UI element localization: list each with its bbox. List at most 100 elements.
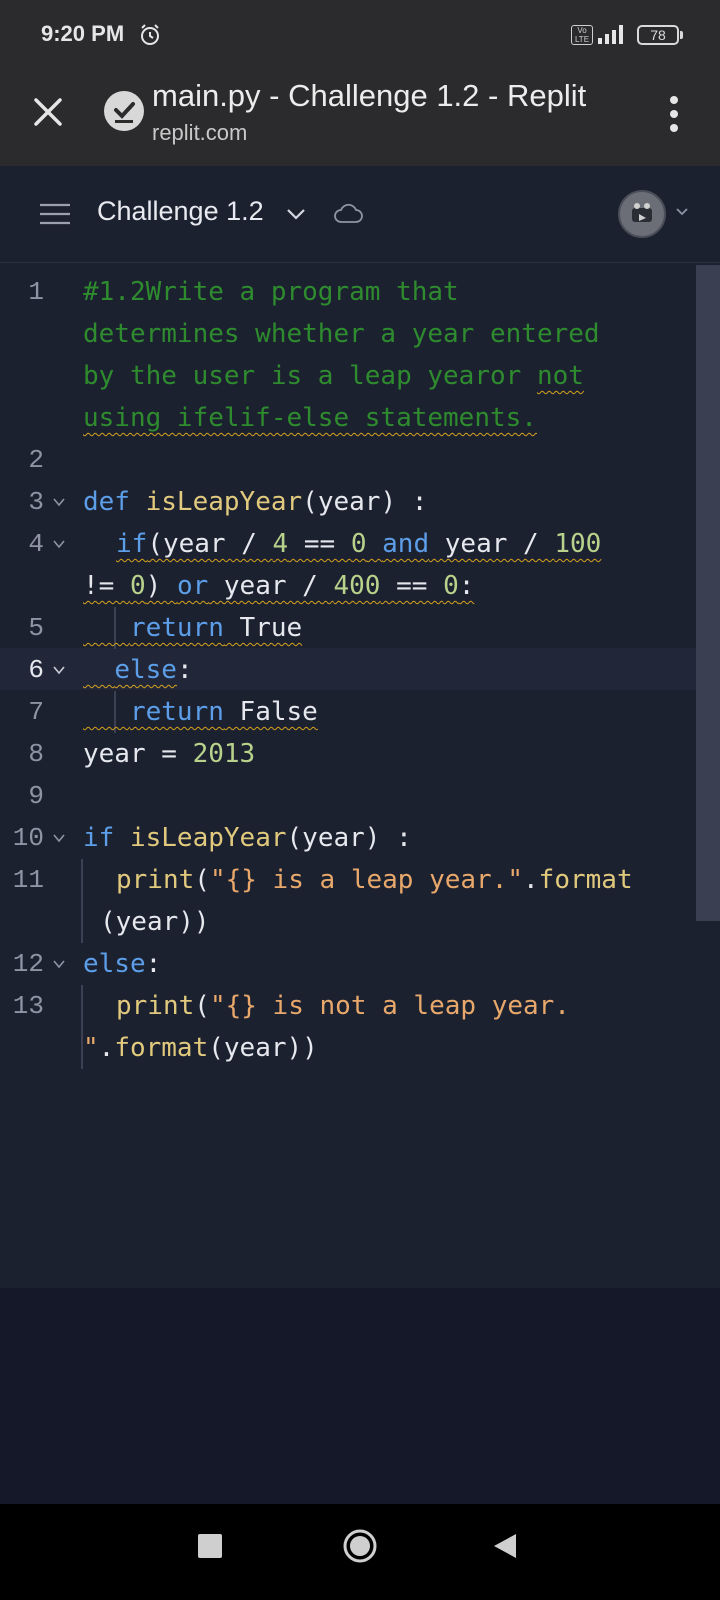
number: 2013 [192, 739, 256, 769]
code-line: else: [83, 649, 192, 691]
home-icon[interactable] [342, 1528, 378, 1564]
line-number: 12 [12, 949, 44, 979]
line-number: 3 [28, 487, 44, 517]
cloud-icon [334, 203, 363, 223]
code-line: return True [83, 607, 302, 649]
number: 0 [443, 571, 459, 601]
line-number: 6 [28, 655, 44, 685]
comment-text: #1.2Write a program that [83, 277, 459, 307]
account-chevron-icon[interactable] [674, 204, 690, 220]
code-line: year = 2013 [83, 733, 255, 775]
line-number: 13 [12, 991, 44, 1021]
code-text: == [288, 529, 351, 559]
function-name: print [116, 991, 195, 1021]
string: "{} is a leap year." [209, 865, 524, 895]
scrollbar-thumb[interactable] [696, 265, 720, 921]
code-line: print("{} is not a leap year. [116, 985, 570, 1027]
fold-chevron-icon[interactable] [52, 663, 66, 677]
number: 0 [129, 571, 146, 601]
code-text: False [223, 697, 318, 727]
site-download-icon[interactable] [104, 91, 144, 131]
code-line: by the user is a leap yearor not [83, 355, 584, 397]
volte-icon: Vo LTE [571, 25, 593, 45]
keyword: else [114, 655, 177, 685]
page-title: main.py - Challenge 1.2 - Replit [152, 78, 587, 113]
robot-avatar-icon [632, 203, 652, 222]
code-text: . [523, 865, 539, 895]
code-text: (year)) [100, 907, 210, 937]
code-line: determines whether a year entered [83, 313, 600, 355]
code-line: def isLeapYear(year) : [83, 481, 427, 523]
number: 0 [350, 529, 367, 559]
function-name: isLeapYear [129, 823, 287, 853]
keyword: if [83, 823, 115, 853]
close-icon[interactable] [30, 94, 66, 130]
string: "{} is not a leap year. [209, 991, 570, 1021]
code-line: print("{} is a leap year.".format [116, 859, 633, 901]
fold-chevron-icon[interactable] [52, 495, 66, 509]
fold-chevron-icon[interactable] [52, 537, 66, 551]
comment-text: determines whether a year entered [83, 319, 600, 349]
recent-apps-icon[interactable] [198, 1534, 222, 1558]
line-number: 9 [28, 781, 44, 811]
code-text: True [223, 613, 303, 643]
code-line: else: [83, 943, 161, 985]
status-time: 9:20 PM [41, 21, 125, 46]
line-number: 8 [28, 739, 44, 769]
keyword: else [83, 949, 146, 979]
repl-name[interactable]: Challenge 1.2 [97, 196, 264, 227]
code-text: (year) : [286, 823, 412, 853]
page-url: replit.com [152, 120, 248, 145]
number: 4 [272, 529, 289, 559]
code-line: != 0) or year / 400 == 0: [83, 565, 474, 607]
code-line: return False [83, 691, 318, 733]
fold-chevron-icon[interactable] [52, 831, 66, 845]
comment-text: not [536, 361, 584, 391]
line-number: 10 [12, 823, 44, 853]
string: " [83, 1033, 99, 1063]
code-text: (year) : [302, 487, 428, 517]
code-text: year = [83, 739, 193, 769]
code-text: : [145, 949, 162, 979]
fold-chevron-icon[interactable] [52, 957, 66, 971]
line-number: 7 [28, 697, 44, 727]
browser-toolbar: main.py - Challenge 1.2 - Replit replit.… [0, 68, 720, 166]
chevron-down-icon[interactable] [284, 202, 308, 226]
number: 400 [333, 571, 381, 601]
function-name: print [116, 865, 195, 895]
function-name: format [538, 865, 633, 895]
line-number: 4 [28, 529, 44, 559]
avatar[interactable] [618, 190, 666, 238]
keyword: and [382, 529, 430, 559]
alarm-icon [141, 24, 159, 45]
code-text: ( [194, 991, 210, 1021]
keyword: if [116, 529, 148, 559]
line-number: 11 [12, 865, 44, 895]
more-options-icon[interactable] [660, 94, 688, 134]
code-text: . [98, 1033, 115, 1063]
code-line: if isLeapYear(year) : [83, 817, 412, 859]
line-number: 5 [28, 613, 44, 643]
keyword: return [129, 697, 224, 727]
signal-icon [598, 25, 623, 44]
console-area [0, 1288, 720, 1504]
code-text: != [83, 571, 130, 601]
function-name: format [114, 1033, 209, 1063]
code-editor[interactable]: 1 2 3 4 5 6 7 8 9 10 11 12 13 #1.2Write … [0, 263, 720, 1288]
menu-icon[interactable] [40, 202, 70, 226]
status-bar: 9:20 PM Vo LTE 78 [0, 0, 720, 68]
checkmark-icon [114, 102, 135, 123]
indent-guide [81, 859, 83, 943]
function-name: isLeapYear [145, 487, 303, 517]
code-text: == [380, 571, 444, 601]
keyword: def [83, 487, 130, 517]
back-icon[interactable] [492, 1532, 518, 1560]
code-text: (year)) [208, 1033, 318, 1063]
code-text: year / [208, 571, 334, 601]
battery-icon: 78 [637, 25, 683, 45]
code-text: : [458, 571, 475, 601]
code-line: if(year / 4 == 0 and year / 100 [116, 523, 601, 565]
app-header: Challenge 1.2 [0, 166, 720, 263]
number: 100 [554, 529, 602, 559]
keyword: or [176, 571, 209, 601]
